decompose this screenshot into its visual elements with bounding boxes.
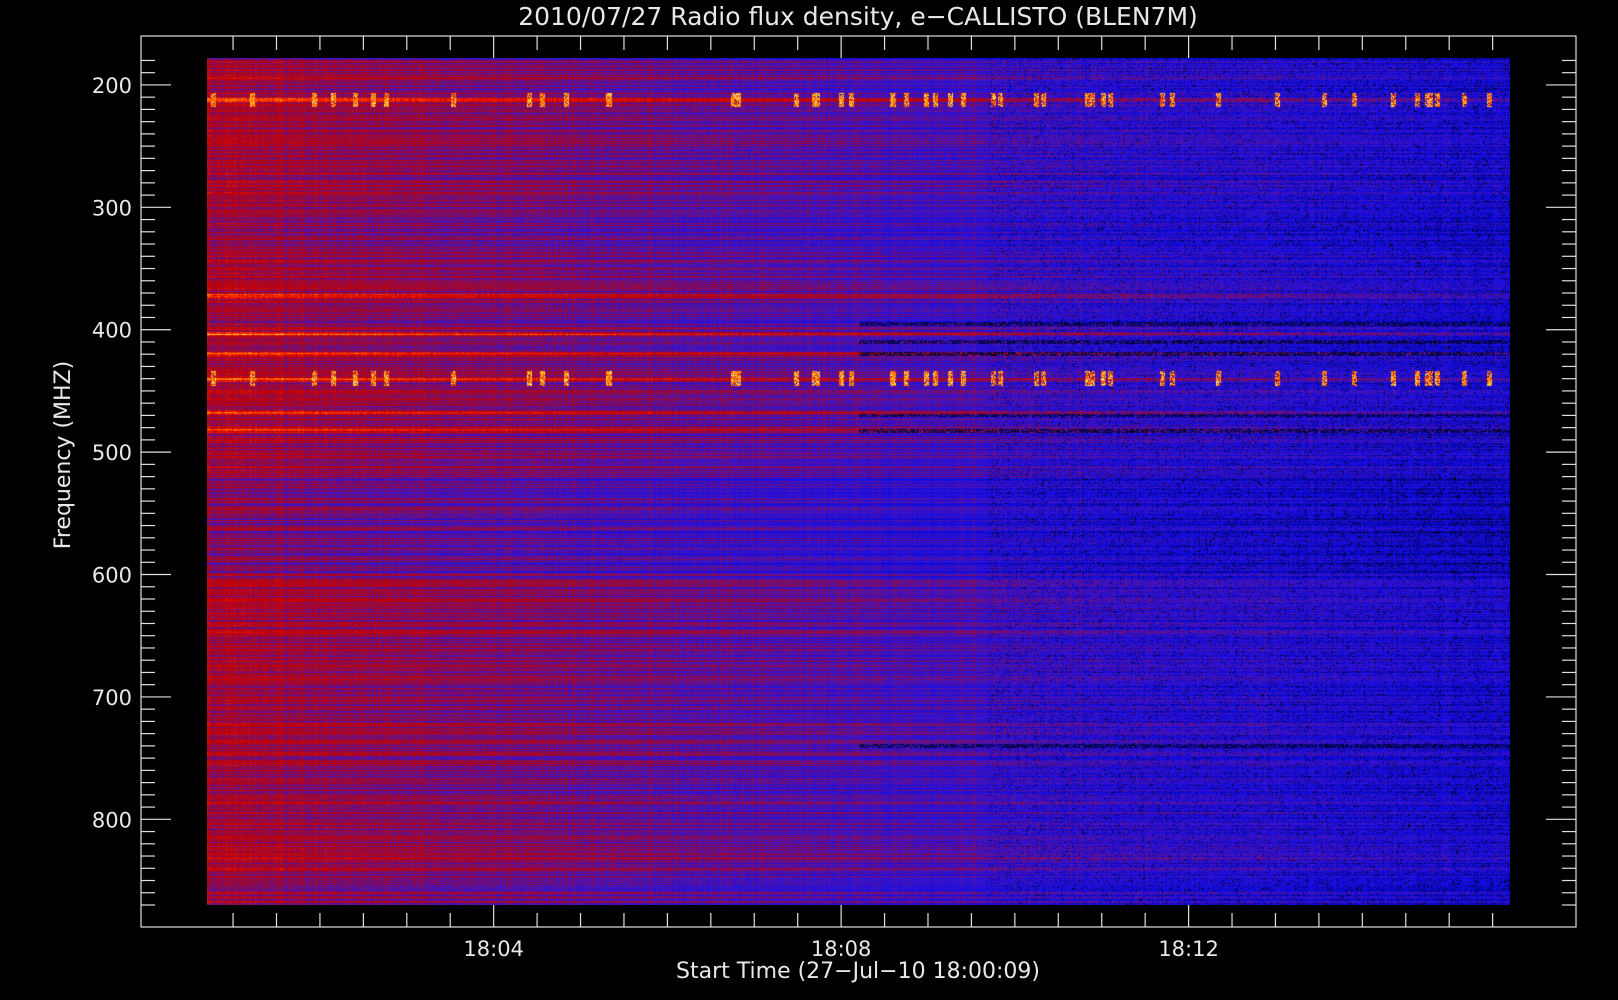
y-tick-label: 500 — [92, 441, 132, 465]
y-tick-label: 600 — [92, 564, 132, 588]
x-tick-label: 18:12 — [1158, 937, 1219, 961]
y-axis-label: Frequency (MHZ) — [51, 361, 76, 549]
y-tick-label: 700 — [92, 686, 132, 710]
y-tick-label: 400 — [92, 319, 132, 343]
y-tick-label: 300 — [92, 196, 132, 220]
y-tick-label: 200 — [92, 74, 132, 98]
spectrogram-heatmap — [207, 58, 1510, 905]
x-axis-label: Start Time (27−Jul−10 18:00:09) — [676, 959, 1040, 984]
y-tick-label: 800 — [92, 808, 132, 832]
x-tick-label: 18:08 — [811, 937, 872, 961]
x-tick-label: 18:04 — [463, 937, 524, 961]
chart-title: 2010/07/27 Radio flux density, e−CALLIST… — [518, 2, 1198, 31]
